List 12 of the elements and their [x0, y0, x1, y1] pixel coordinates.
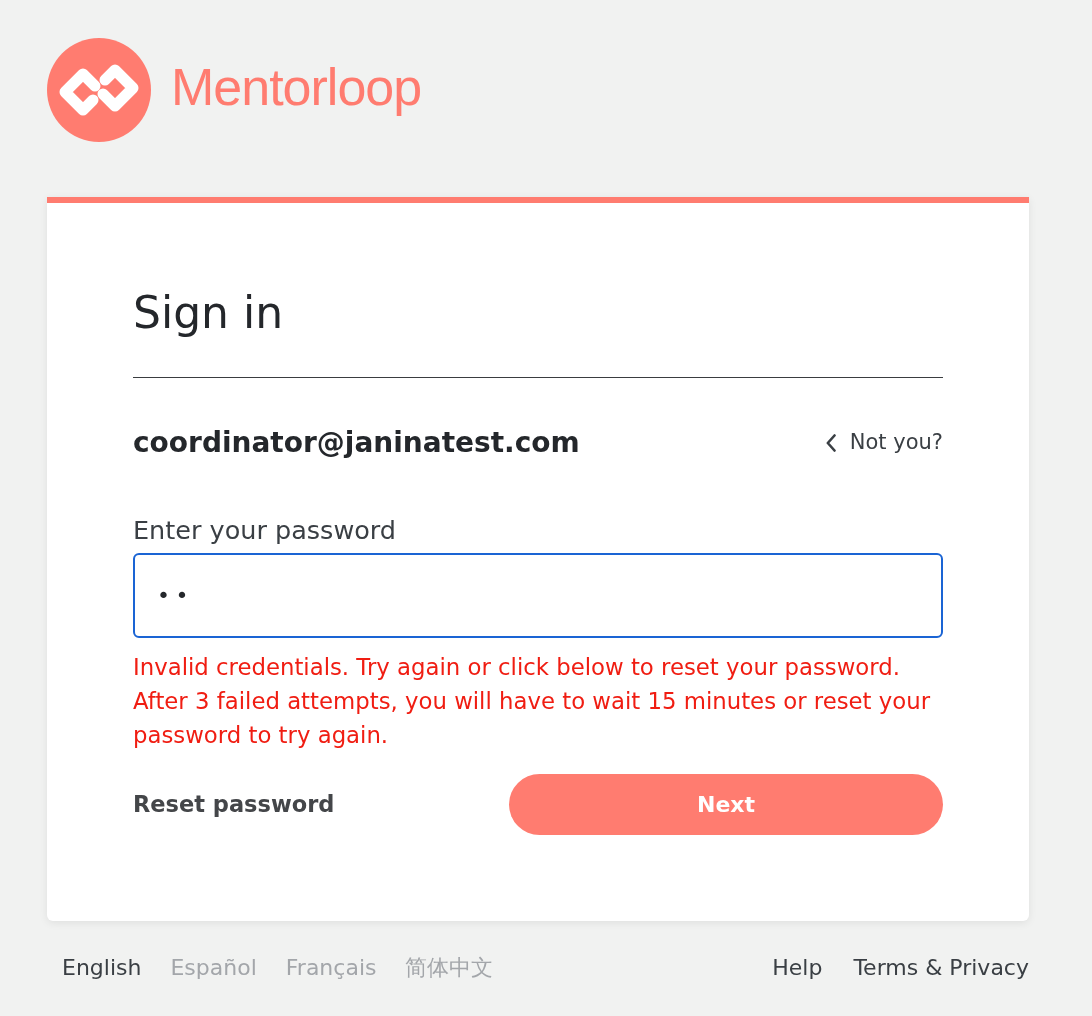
account-email: coordinator@janinatest.com: [133, 425, 580, 461]
footer-link[interactable]: Help: [772, 951, 823, 984]
password-field[interactable]: ••: [133, 553, 943, 638]
logo-icon: [47, 38, 151, 142]
chevron-left-icon: [825, 434, 836, 452]
error-message: Invalid credentials. Try again or click below to reset your password. After 3 failed attempts, you will have to wait 15 minutes or reset your password to try again.: [133, 653, 932, 750]
reset-password-link[interactable]: Reset password: [133, 787, 335, 822]
not-you-link[interactable]: Not you?: [825, 427, 943, 459]
footer-link[interactable]: Terms & Privacy: [853, 951, 1029, 984]
password-label: Enter your password: [133, 514, 398, 546]
language-link[interactable]: English: [62, 951, 142, 984]
card-title: Sign in: [133, 286, 285, 340]
